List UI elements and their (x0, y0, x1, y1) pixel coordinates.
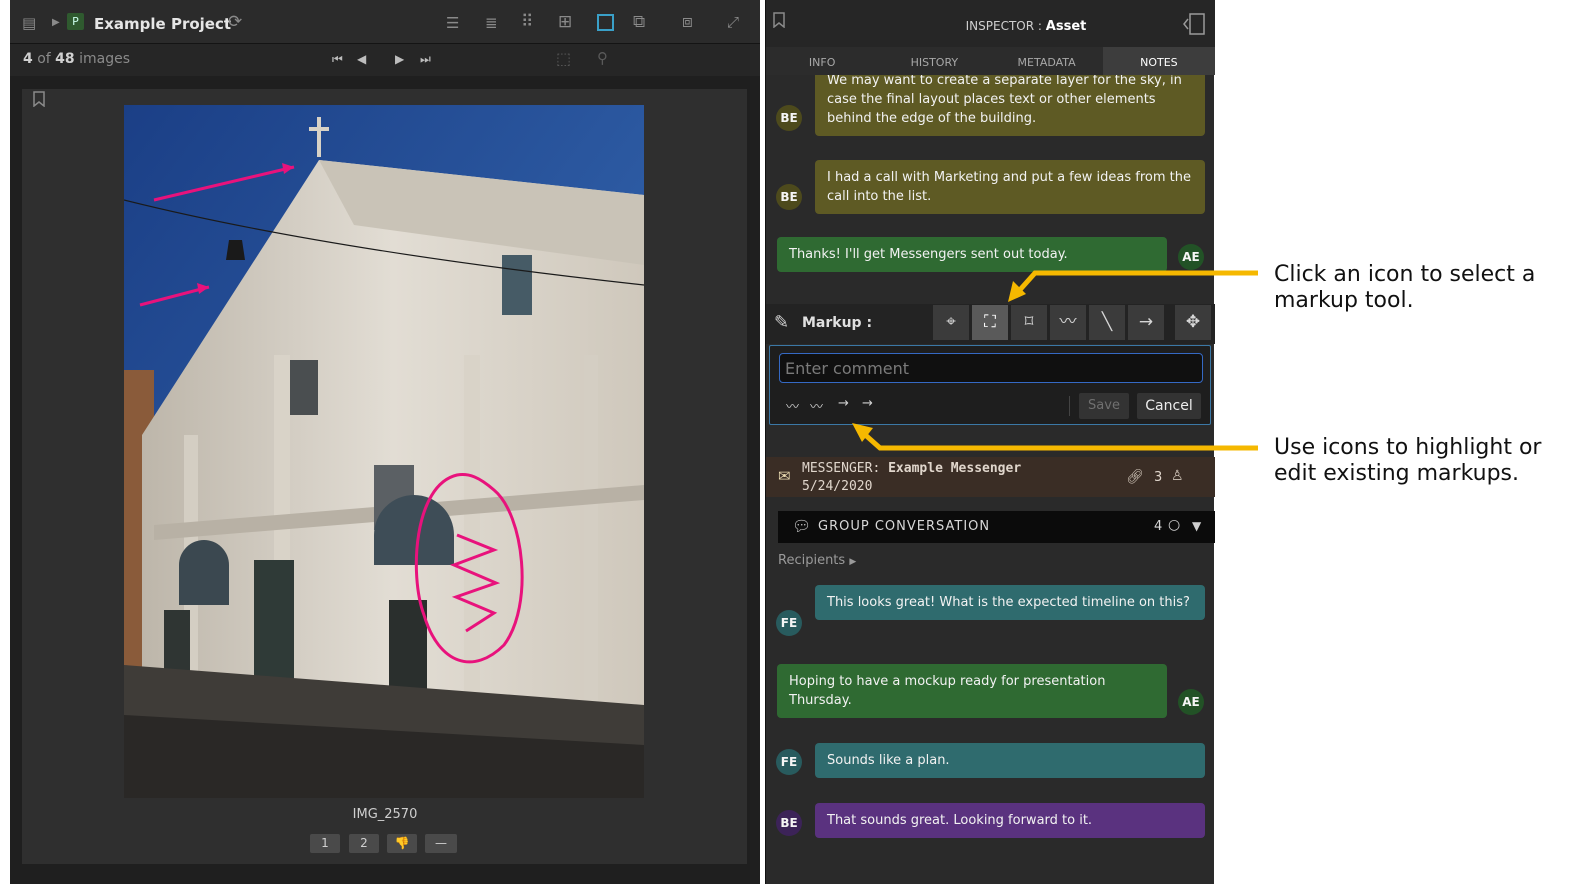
annotation-edit-markups: Use icons to highlight or edit existing … (1274, 435, 1542, 486)
annotation-select-tool: Click an icon to select a markup tool. (1274, 262, 1536, 313)
